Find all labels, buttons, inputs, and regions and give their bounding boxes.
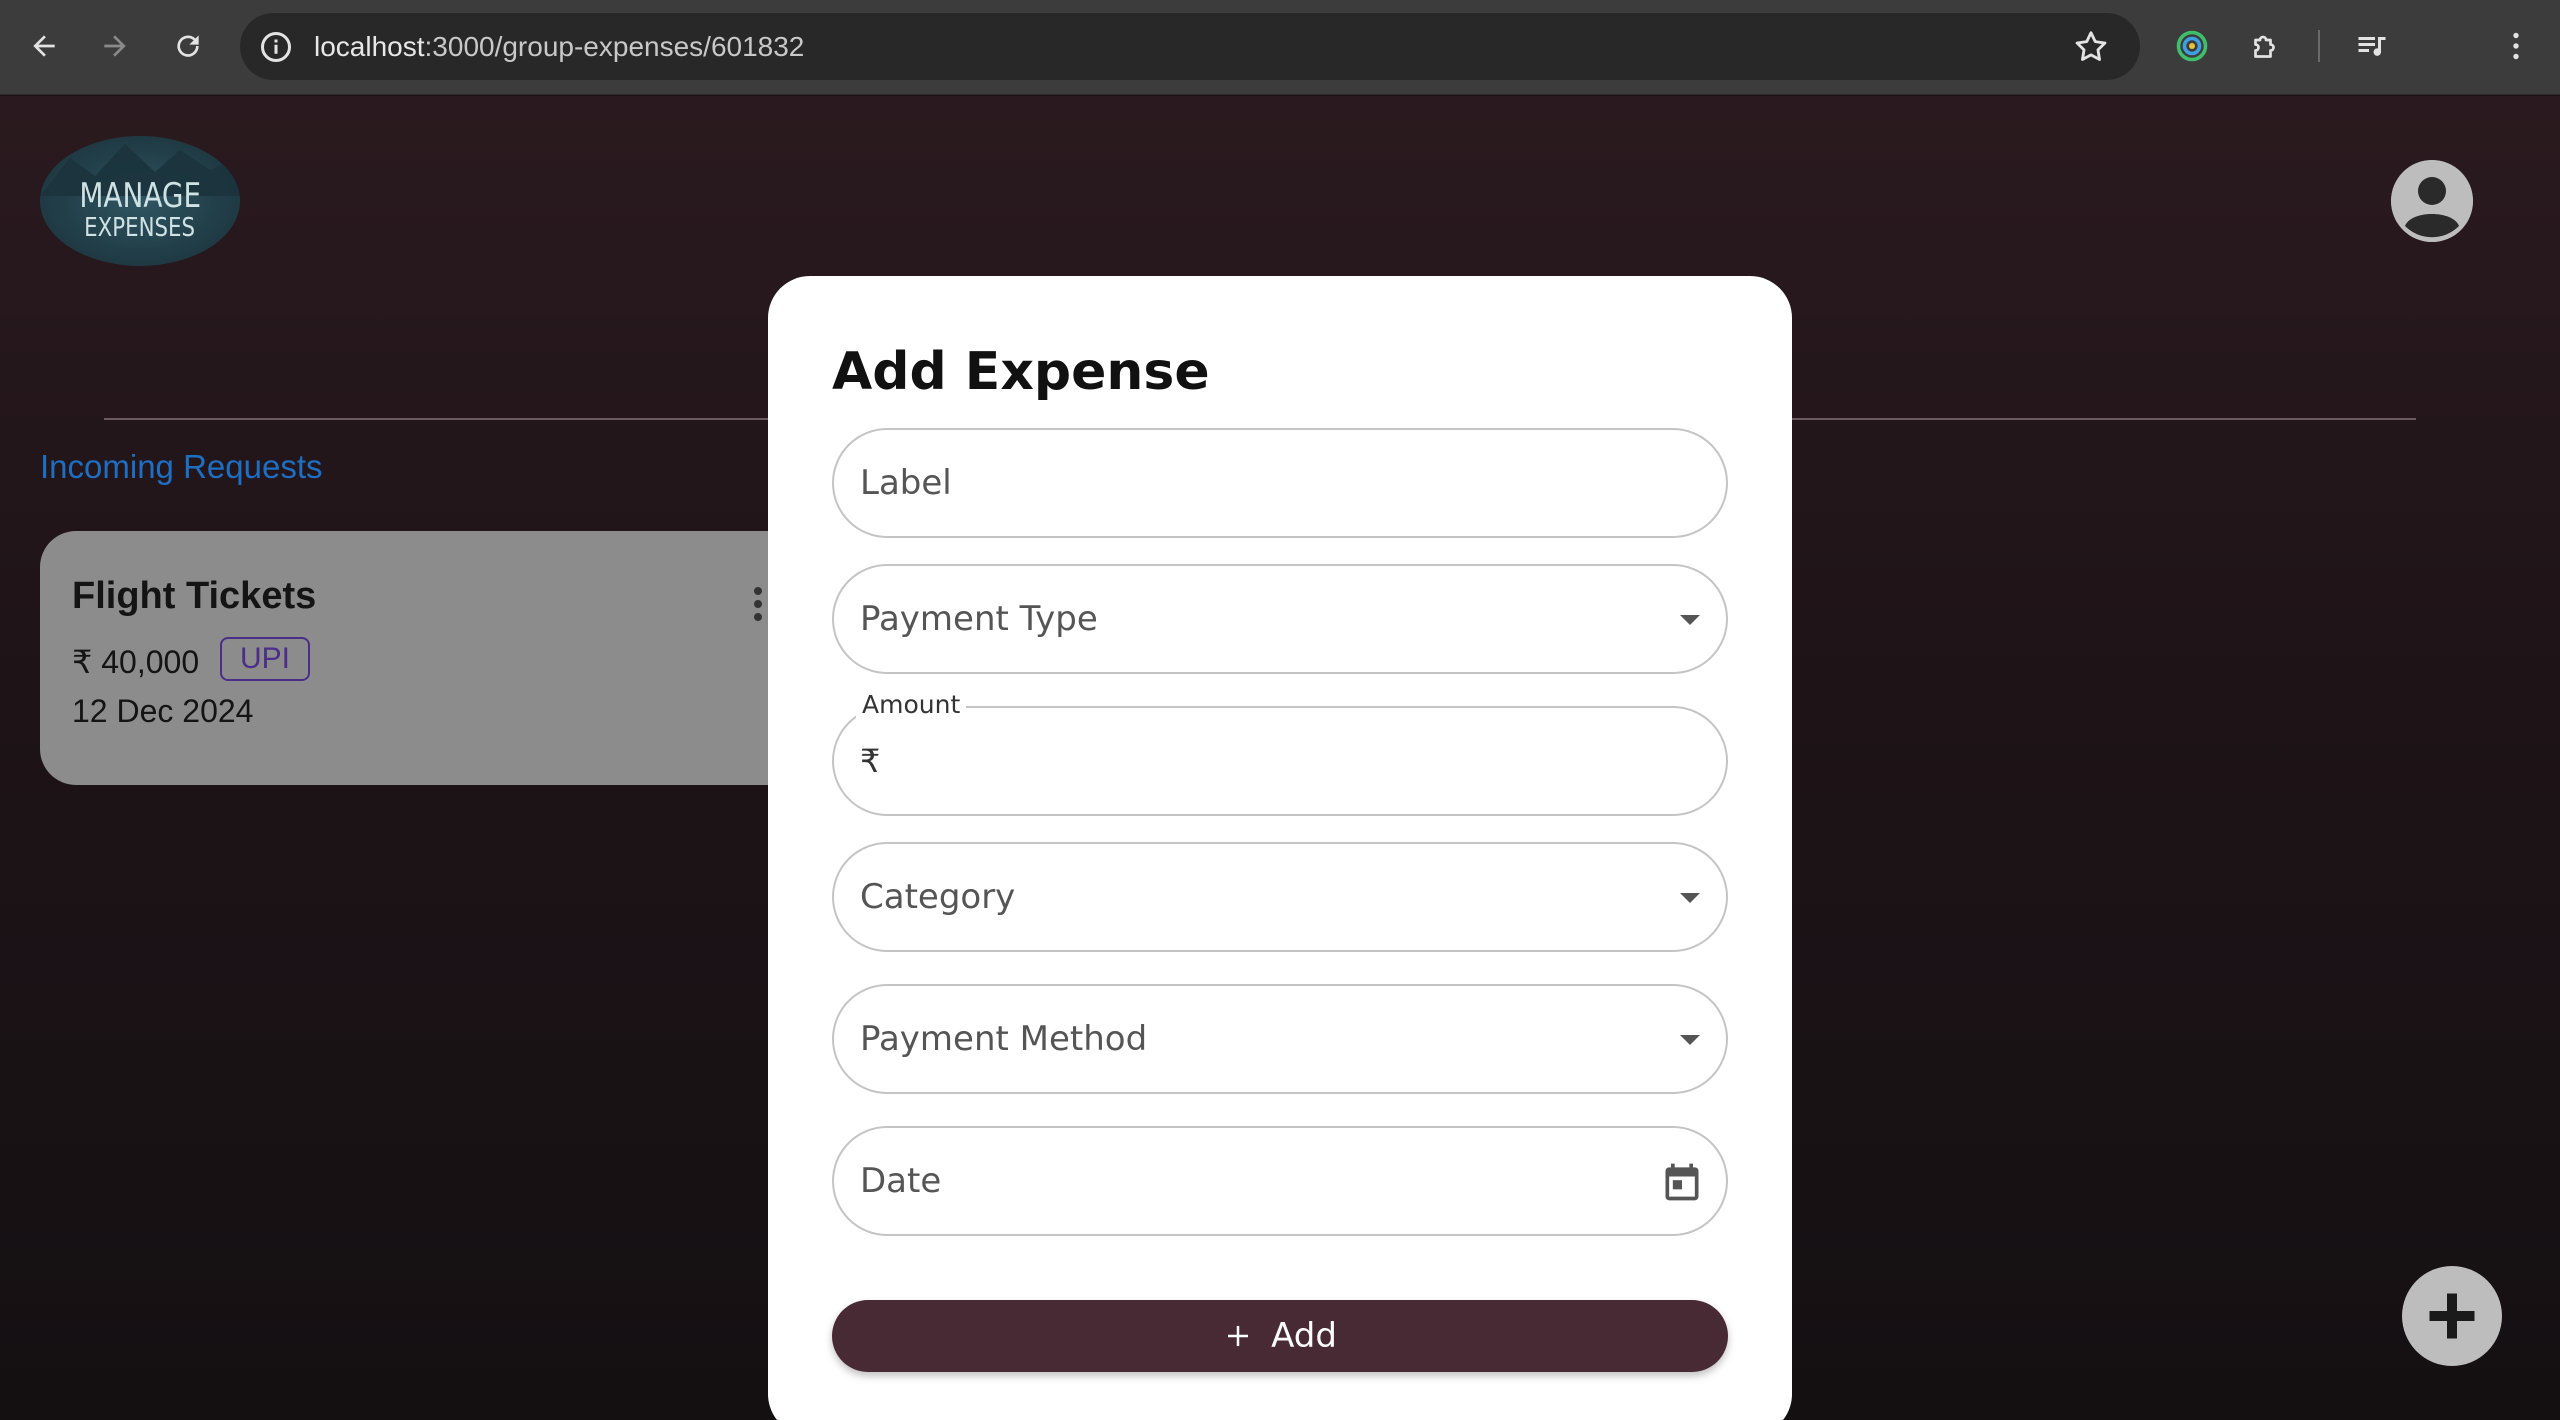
plus-icon bbox=[2429, 1293, 2475, 1339]
info-icon bbox=[261, 32, 291, 62]
extensions-menu-button[interactable] bbox=[2242, 22, 2290, 70]
category-select[interactable]: Category bbox=[832, 842, 1728, 952]
toolbar-separator bbox=[2318, 30, 2320, 62]
logo-text-line1: MANAGE bbox=[79, 176, 201, 216]
account-circle-icon bbox=[2391, 160, 2473, 242]
browser-menu-button[interactable] bbox=[2492, 22, 2540, 70]
arrow-right-icon bbox=[104, 35, 126, 57]
extension-button[interactable] bbox=[2168, 22, 2216, 70]
arrow-left-icon bbox=[33, 35, 55, 57]
expense-date: 12 Dec 2024 bbox=[72, 693, 254, 729]
user-avatar[interactable] bbox=[2391, 160, 2473, 242]
extension-target-icon bbox=[2176, 30, 2208, 62]
expense-card[interactable]: Flight Tickets ₹ 40,000 UPI 12 Dec 2024 bbox=[40, 531, 840, 785]
payment-type-placeholder: Payment Type bbox=[860, 599, 1098, 639]
more-vertical-icon bbox=[2513, 32, 2519, 60]
app-page: MANAGE EXPENSES Incoming Requests Flight… bbox=[0, 96, 2560, 1420]
puzzle-icon bbox=[2254, 35, 2275, 58]
category-placeholder: Category bbox=[860, 877, 1016, 917]
add-expense-fab[interactable] bbox=[2402, 1266, 2502, 1366]
browser-toolbar: localhost:3000/group-expenses/601832 bbox=[0, 0, 2560, 95]
app-logo[interactable]: MANAGE EXPENSES bbox=[40, 136, 240, 266]
chevron-down-icon bbox=[1680, 615, 1700, 625]
logo-text-line2: EXPENSES bbox=[84, 213, 196, 243]
card-menu-icon[interactable] bbox=[752, 587, 764, 627]
address-bar[interactable]: localhost:3000/group-expenses/601832 bbox=[240, 13, 2140, 80]
chevron-down-icon bbox=[1680, 1035, 1700, 1045]
queue-music-icon bbox=[2358, 37, 2386, 56]
media-control-button[interactable] bbox=[2348, 22, 2396, 70]
bookmark-star-icon[interactable] bbox=[2072, 28, 2110, 66]
calendar-icon[interactable] bbox=[1660, 1160, 1704, 1204]
payment-method-select[interactable]: Payment Method bbox=[832, 984, 1728, 1094]
add-expense-dialog: Add Expense Label Payment Type Amount ₹ … bbox=[768, 276, 1792, 1420]
dialog-title: Add Expense bbox=[832, 342, 1210, 402]
reload-icon bbox=[177, 35, 199, 57]
payment-method-badge: UPI bbox=[220, 637, 311, 681]
section-title[interactable]: Incoming Requests bbox=[40, 448, 322, 486]
chevron-down-icon bbox=[1680, 893, 1700, 903]
label-input[interactable]: Label bbox=[832, 428, 1728, 538]
payment-method-placeholder: Payment Method bbox=[860, 1019, 1148, 1059]
plus-icon bbox=[1228, 1326, 1249, 1346]
expense-amount: ₹ 40,000 bbox=[72, 644, 200, 680]
add-submit-button[interactable]: Add bbox=[832, 1300, 1728, 1372]
label-placeholder: Label bbox=[860, 463, 952, 503]
date-placeholder: Date bbox=[860, 1161, 942, 1201]
reload-button[interactable] bbox=[164, 22, 212, 70]
back-button[interactable] bbox=[20, 22, 68, 70]
forward-button[interactable] bbox=[91, 22, 139, 70]
url-text: localhost:3000/group-expenses/601832 bbox=[314, 31, 805, 62]
expense-title: Flight Tickets bbox=[72, 575, 317, 617]
rupee-prefix: ₹ bbox=[860, 743, 881, 779]
date-input[interactable]: Date bbox=[832, 1126, 1728, 1236]
payment-type-select[interactable]: Payment Type bbox=[832, 564, 1728, 674]
add-button-label: Add bbox=[1271, 1316, 1337, 1356]
amount-input[interactable]: Amount ₹ bbox=[832, 690, 1728, 816]
